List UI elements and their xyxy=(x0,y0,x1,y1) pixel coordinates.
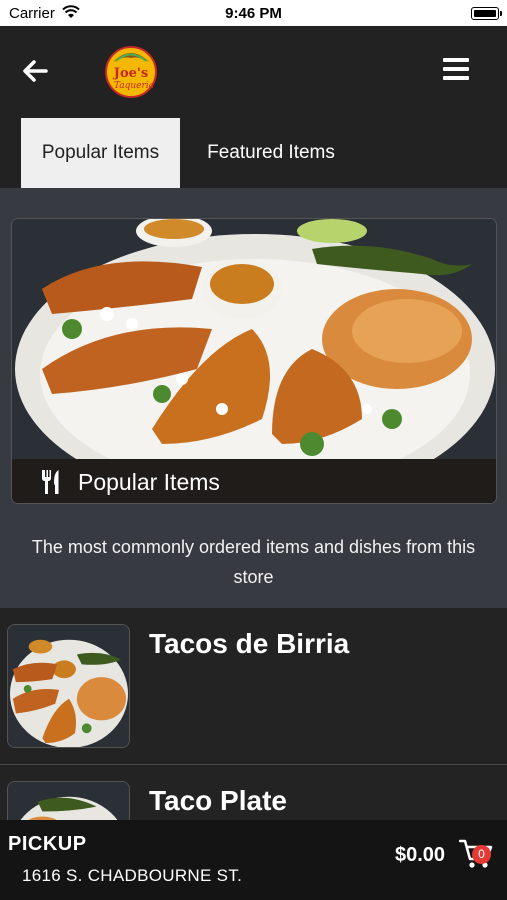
item-thumbnail xyxy=(7,624,130,748)
tab-popular-items[interactable]: Popular Items xyxy=(21,118,180,188)
cart-count-badge: 0 xyxy=(472,845,491,864)
tab-featured-items[interactable]: Featured Items xyxy=(190,118,352,188)
clock: 9:46 PM xyxy=(225,5,282,22)
pickup-label[interactable]: PICKUP xyxy=(8,833,87,856)
item-thumbnail xyxy=(7,781,130,820)
joes-taqueria-logo: Joe's Taqueria xyxy=(105,46,157,98)
menu-icon[interactable] xyxy=(443,58,469,82)
menu-item-list: Tacos de Birria Taco Plate xyxy=(0,608,507,820)
cart-total: $0.00 xyxy=(395,844,446,866)
back-arrow-icon[interactable] xyxy=(20,56,50,86)
app-header: Joe's Taqueria Popular Items Featured It… xyxy=(0,26,507,188)
hero-caption: Popular Items xyxy=(12,459,496,503)
battery-icon xyxy=(471,7,502,20)
item-name: Tacos de Birria xyxy=(149,628,350,659)
status-bar: Carrier 9:46 PM xyxy=(0,0,507,26)
hero-title: Popular Items xyxy=(78,468,220,495)
list-item[interactable]: Tacos de Birria xyxy=(0,608,507,765)
svg-text:Joe's: Joe's xyxy=(113,66,148,81)
category-section: Popular Items The most commonly ordered … xyxy=(0,188,507,608)
cart-footer: PICKUP 1616 S. CHADBOURNE ST. $0.00 0 xyxy=(0,820,507,900)
list-item[interactable]: Taco Plate xyxy=(0,765,507,820)
fork-knife-icon xyxy=(42,470,59,494)
svg-text:Taqueria: Taqueria xyxy=(114,81,154,91)
popular-items-card[interactable]: Popular Items xyxy=(11,218,497,504)
item-name: Taco Plate xyxy=(149,785,287,816)
pickup-address[interactable]: 1616 S. CHADBOURNE ST. xyxy=(22,866,242,886)
category-description: The most commonly ordered items and dish… xyxy=(31,537,476,587)
hero-food-image xyxy=(12,219,496,459)
